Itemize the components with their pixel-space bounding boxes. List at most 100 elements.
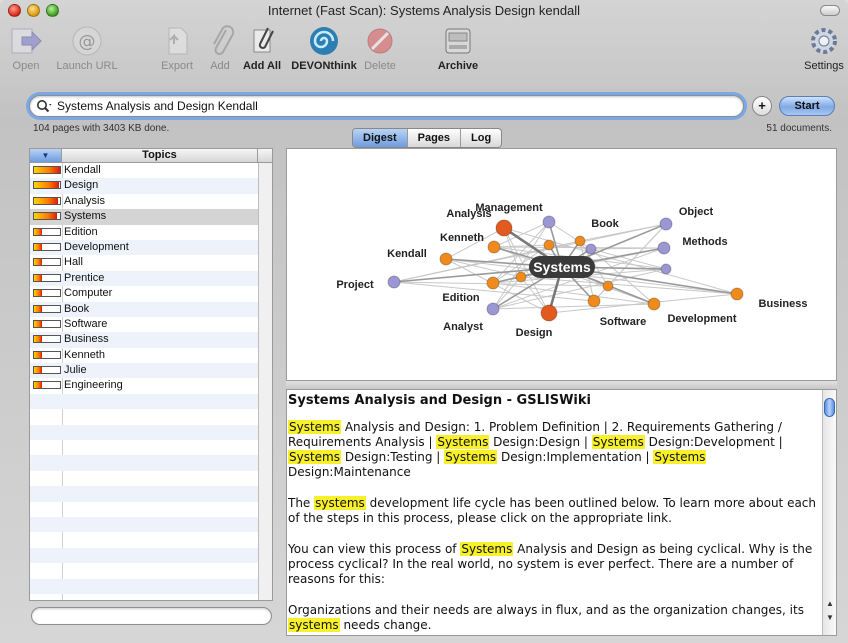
graph-node[interactable] — [542, 215, 556, 229]
launch-url-button[interactable]: @ Launch URL — [56, 24, 118, 72]
graph-node[interactable] — [585, 243, 597, 255]
empty-row — [30, 455, 272, 471]
graph-node-label[interactable]: Business — [759, 298, 808, 310]
topic-label: Kendall — [64, 164, 101, 176]
toolbar-toggle-button[interactable] — [820, 5, 840, 16]
empty-row — [30, 486, 272, 502]
topic-row[interactable]: Hall — [30, 255, 272, 270]
search-field[interactable]: Systems Analysis and Design Kendall — [29, 95, 744, 117]
start-button[interactable]: Start — [779, 96, 835, 116]
topic-row[interactable]: Development — [30, 239, 272, 256]
scroll-down-arrow-icon[interactable]: ▼ — [824, 612, 836, 624]
gear-icon — [811, 28, 837, 54]
graph-node-label[interactable]: Analysis — [446, 208, 491, 220]
graph-node-label[interactable]: Design — [516, 327, 553, 339]
digest-text-pane: Systems Analysis and Design - GSLISWiki … — [286, 389, 837, 636]
topic-row[interactable]: Engineering — [30, 378, 272, 393]
relevance-bar — [33, 227, 61, 236]
topic-row[interactable]: Computer — [30, 286, 272, 301]
graph-node[interactable] — [543, 239, 555, 251]
topic-row[interactable]: Systems — [30, 209, 272, 225]
empty-row — [30, 393, 272, 410]
scroll-thumb[interactable] — [824, 398, 835, 417]
topic-label: Prentice — [64, 271, 105, 284]
delete-no-entry-icon — [367, 28, 393, 54]
digest-paragraph: The systems development life cycle has b… — [288, 496, 817, 525]
title-bar: Internet (Fast Scan): Systems Analysis D… — [0, 0, 848, 22]
add-search-button[interactable]: + — [752, 96, 772, 116]
graph-node[interactable] — [659, 217, 673, 231]
topic-row[interactable]: Design — [30, 178, 272, 194]
graph-node[interactable] — [730, 287, 744, 301]
archive-button[interactable]: Archive — [432, 24, 484, 72]
settings-button[interactable]: Settings — [802, 24, 846, 72]
zoom-window-button[interactable] — [46, 4, 59, 17]
graph-node[interactable] — [540, 304, 558, 322]
graph-node[interactable] — [657, 241, 671, 255]
graph-node-label[interactable]: Analyst — [443, 321, 483, 333]
relevance-bar — [33, 350, 61, 359]
tab-pages[interactable]: Pages — [408, 129, 462, 147]
topics-filter-field[interactable] — [31, 607, 272, 625]
topic-graph: Management Analysis Book Object Kenneth Kenda… — [286, 148, 837, 381]
scroll-up-arrow-icon[interactable]: ▲ — [824, 598, 836, 610]
pane-splitter[interactable] — [286, 381, 837, 389]
tab-log[interactable]: Log — [461, 129, 501, 147]
topic-row[interactable]: Prentice — [30, 270, 272, 287]
topic-row[interactable]: Edition — [30, 225, 272, 240]
topics-column-header[interactable]: Topics — [62, 149, 258, 162]
export-button[interactable]: Export — [156, 24, 198, 72]
add-all-button[interactable]: Add All — [240, 24, 284, 72]
sort-relevance-column[interactable]: ▼ — [30, 149, 62, 162]
graph-node[interactable] — [660, 263, 672, 275]
graph-node-label[interactable]: Kenneth — [440, 232, 484, 244]
empty-row — [30, 563, 272, 578]
close-window-button[interactable] — [8, 4, 21, 17]
graph-node-label[interactable]: Kendall — [387, 248, 427, 260]
graph-node-label[interactable]: Object — [679, 206, 714, 218]
relevance-bar — [33, 166, 61, 174]
graph-node[interactable] — [515, 271, 527, 283]
digest-scrollbar[interactable]: ▲ ▼ — [822, 390, 836, 635]
delete-button[interactable]: Delete — [360, 24, 400, 72]
graph-node[interactable] — [486, 276, 500, 290]
topic-row[interactable]: Analysis — [30, 194, 272, 209]
topics-list: Kendall Design Analysis Systems Edition Devel… — [30, 163, 272, 594]
archive-drive-icon — [445, 28, 471, 54]
topics-scrollbar[interactable] — [258, 163, 272, 600]
graph-node[interactable] — [602, 280, 614, 292]
minimize-window-button[interactable] — [27, 4, 40, 17]
search-highlight: Systems — [591, 435, 645, 449]
topic-label: Julie — [64, 364, 87, 377]
topic-graph-canvas: ManagementAnalysisBookObjectKennethKenda… — [336, 202, 808, 339]
graph-node[interactable] — [587, 294, 601, 308]
empty-row — [30, 578, 272, 594]
search-row: Systems Analysis and Design Kendall + St… — [0, 90, 848, 120]
topic-row[interactable]: Software — [30, 317, 272, 332]
tab-digest[interactable]: Digest — [353, 129, 408, 147]
topic-row[interactable]: Kenneth — [30, 348, 272, 363]
graph-node-label[interactable]: Book — [591, 218, 619, 230]
graph-node[interactable] — [439, 252, 453, 266]
topic-row[interactable]: Book — [30, 301, 272, 317]
topic-row[interactable]: Julie — [30, 363, 272, 379]
relevance-bar — [33, 273, 61, 282]
graph-node[interactable] — [387, 275, 401, 289]
topics-table: ▼ Topics Kendall Design Analysis Systems Edi… — [29, 148, 273, 601]
search-query-text: Systems Analysis and Design Kendall — [57, 99, 258, 113]
graph-node[interactable] — [486, 302, 500, 316]
graph-node[interactable] — [495, 219, 513, 237]
graph-node[interactable] — [647, 297, 661, 311]
graph-node-label[interactable]: Edition — [442, 292, 480, 304]
open-button[interactable]: Open — [6, 24, 46, 72]
add-button[interactable]: Add — [204, 24, 236, 72]
graph-node-label[interactable]: Project — [336, 279, 374, 291]
graph-node-label[interactable]: Software — [600, 316, 646, 328]
topic-row[interactable]: Kendall — [30, 163, 272, 178]
devonthink-button[interactable]: DEVONthink — [290, 24, 358, 72]
graph-node[interactable] — [487, 240, 501, 254]
graph-node-label[interactable]: Development — [667, 313, 736, 325]
graph-node-label[interactable]: Methods — [682, 236, 727, 248]
graph-node[interactable] — [574, 235, 586, 247]
topic-row[interactable]: Business — [30, 332, 272, 348]
